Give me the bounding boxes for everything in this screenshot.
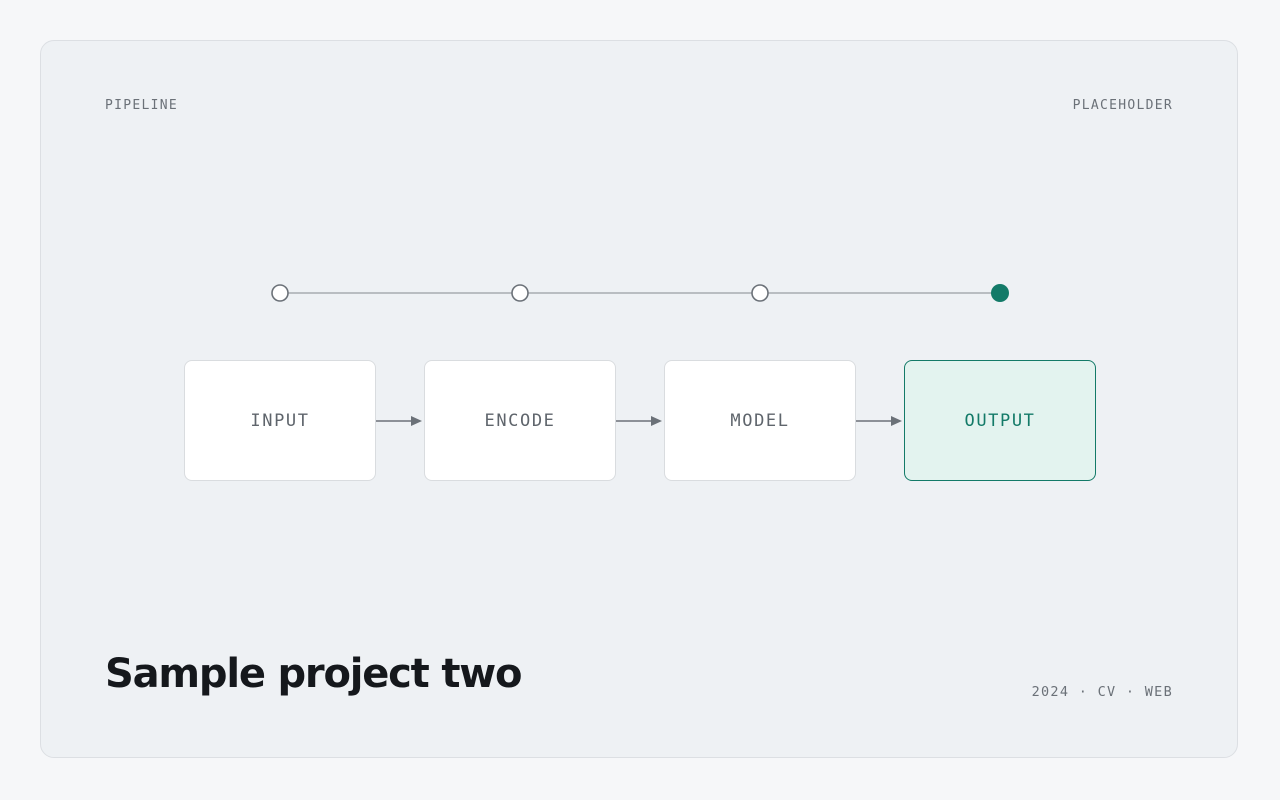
step-marker-encode bbox=[511, 284, 529, 302]
stage-input: INPUT bbox=[184, 360, 376, 481]
placeholder-label: PLACEHOLDER bbox=[1072, 98, 1173, 113]
step-marker-model bbox=[751, 284, 769, 302]
project-card: PIPELINE PLACEHOLDER INPUT ENCODE MODEL … bbox=[40, 40, 1238, 758]
section-label: PIPELINE bbox=[105, 98, 179, 113]
stage-output: OUTPUT bbox=[904, 360, 1096, 481]
project-title: Sample project two bbox=[105, 651, 522, 697]
stage-encode: ENCODE bbox=[424, 360, 616, 481]
arrow-encode-model bbox=[616, 416, 662, 426]
stage-model: MODEL bbox=[664, 360, 856, 481]
step-marker-input bbox=[271, 284, 289, 302]
step-marker-output bbox=[991, 284, 1009, 302]
arrow-input-encode bbox=[376, 416, 422, 426]
project-meta: 2024 · CV · WEB bbox=[1031, 684, 1173, 700]
arrow-model-output bbox=[856, 416, 902, 426]
